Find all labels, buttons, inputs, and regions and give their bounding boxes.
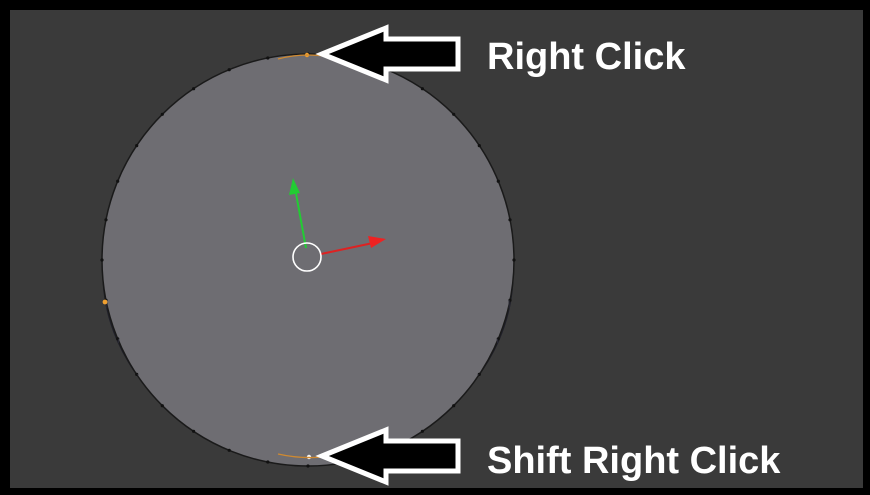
mesh-vertex[interactable] xyxy=(135,144,139,148)
screenshot-frame: Right Click Shift Right Click xyxy=(0,0,870,495)
mesh-vertex[interactable] xyxy=(496,179,500,183)
mesh-vertex[interactable] xyxy=(160,112,164,116)
mesh-vertex[interactable] xyxy=(104,218,108,222)
selected-vertex-left[interactable] xyxy=(102,299,108,305)
mesh-vertex[interactable] xyxy=(192,87,196,91)
circle-mesh-face[interactable] xyxy=(101,53,515,467)
mesh-vertex[interactable] xyxy=(508,218,512,222)
3d-viewport[interactable]: Right Click Shift Right Click xyxy=(10,10,863,488)
mesh-vertex[interactable] xyxy=(266,460,270,464)
mesh-vertex[interactable] xyxy=(116,179,120,183)
mesh-vertex[interactable] xyxy=(420,429,424,433)
mesh-vertex[interactable] xyxy=(452,112,456,116)
annotation-shift-right-click: Shift Right Click xyxy=(487,440,781,482)
mesh-vertex[interactable] xyxy=(160,404,164,408)
mesh-vertex[interactable] xyxy=(266,56,270,60)
mesh-vertex[interactable] xyxy=(100,258,104,262)
annotation-right-click: Right Click xyxy=(487,36,686,78)
mesh-vertex[interactable] xyxy=(227,68,231,72)
viewport-scene[interactable] xyxy=(10,10,863,488)
mesh-vertex[interactable] xyxy=(512,258,516,262)
mesh-vertex[interactable] xyxy=(477,144,481,148)
mesh-vertex[interactable] xyxy=(306,464,310,468)
mesh-vertex[interactable] xyxy=(192,429,196,433)
mesh-vertex[interactable] xyxy=(452,404,456,408)
mesh-vertex[interactable] xyxy=(420,87,424,91)
mesh-vertex[interactable] xyxy=(227,448,231,452)
